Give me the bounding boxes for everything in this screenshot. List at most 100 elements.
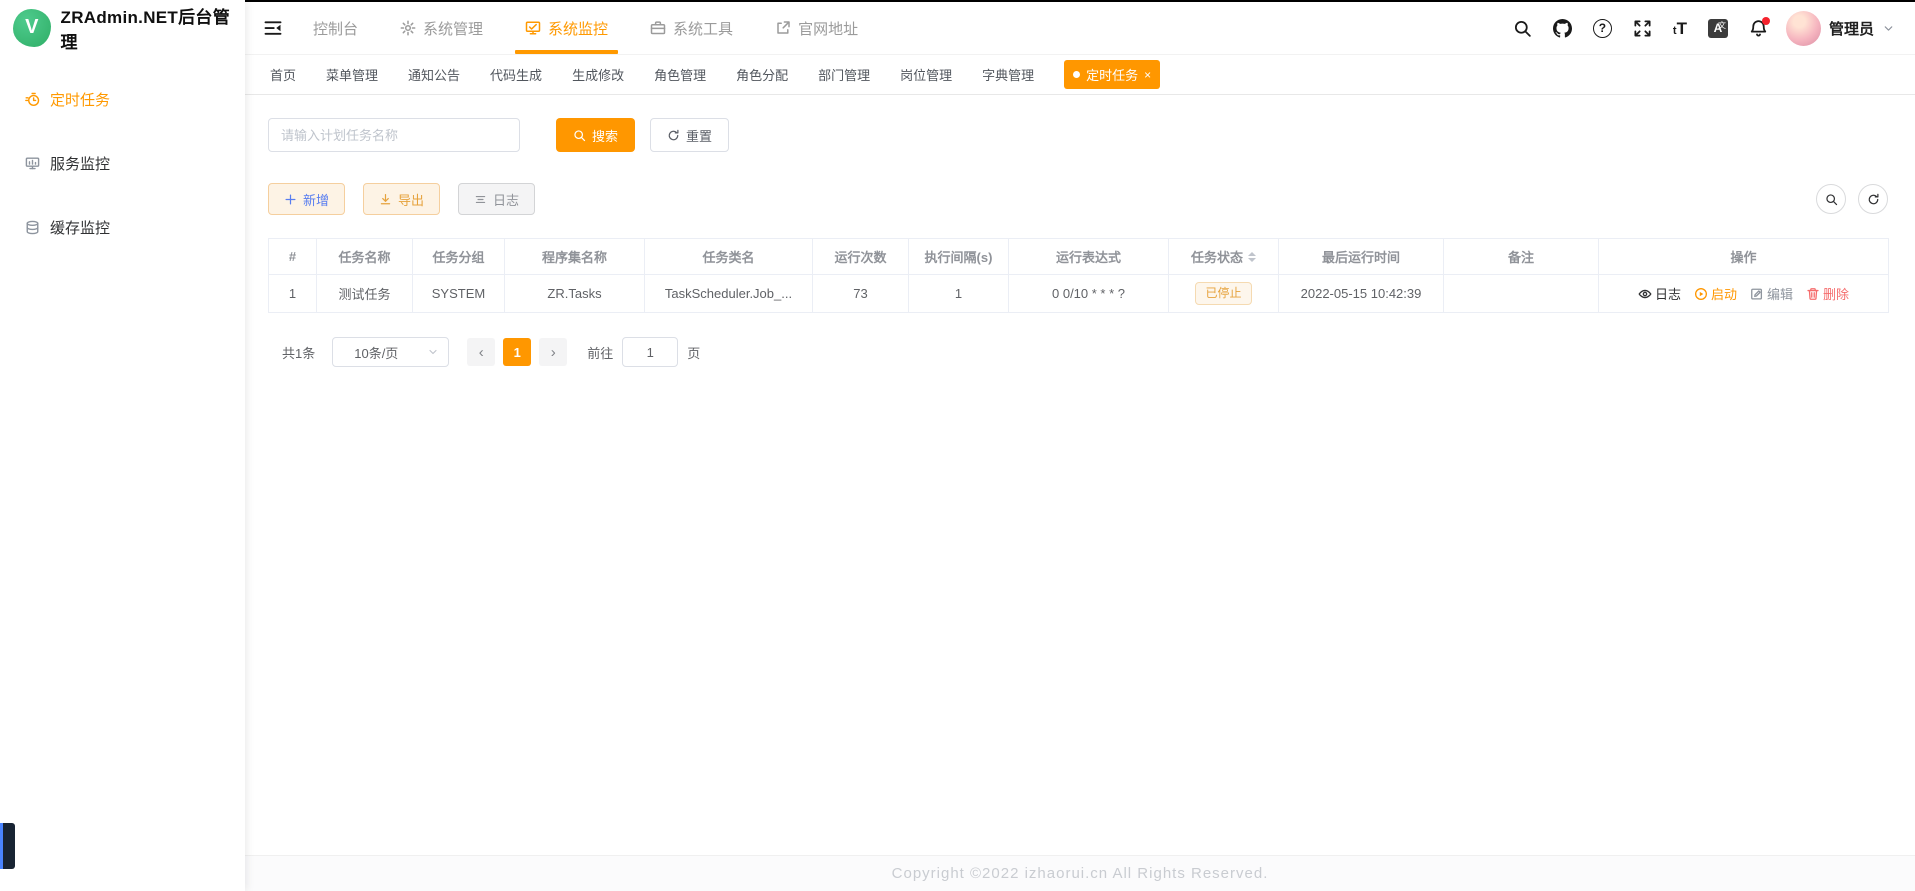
table-header-row: #任务名称任务分组程序集名称任务类名运行次数执行间隔(s)运行表达式任务状态最后… <box>269 239 1889 275</box>
tab-notice[interactable]: 通知公告 <box>408 65 460 84</box>
nav-item-label: 系统工具 <box>673 18 733 39</box>
nav-item-website[interactable]: 官网地址 <box>775 2 858 54</box>
next-page-button[interactable]: › <box>539 338 567 366</box>
nav-item-label: 官网地址 <box>798 18 858 39</box>
search-button[interactable]: 搜索 <box>556 118 635 152</box>
add-button[interactable]: 新增 <box>268 183 345 215</box>
column-header: 任务分组 <box>413 239 505 275</box>
nav-item-label: 系统管理 <box>423 18 483 39</box>
locale-button[interactable]: A文 <box>1708 19 1728 38</box>
app-title: ZRAdmin.NET后台管理 <box>61 3 245 53</box>
nav-item-label: 系统监控 <box>548 18 608 39</box>
tab-dept-manage[interactable]: 部门管理 <box>818 65 870 84</box>
avatar[interactable] <box>1786 11 1821 46</box>
tab-timed-task[interactable]: 定时任务 × <box>1064 60 1160 89</box>
column-header: # <box>269 239 317 275</box>
play-icon <box>1694 287 1708 301</box>
column-header: 备注 <box>1444 239 1599 275</box>
locale-icon: A文 <box>1708 19 1728 38</box>
sidebar-item-scheduled-tasks[interactable]: 定时任务 <box>0 71 245 127</box>
nav-item-console[interactable]: 控制台 <box>313 2 358 54</box>
page-size-select[interactable]: 10条/页 <box>332 337 449 367</box>
row-action-log[interactable]: 日志 <box>1638 284 1681 303</box>
font-size-button[interactable]: tT <box>1673 20 1687 37</box>
toggle-search-button[interactable] <box>1816 184 1846 214</box>
tab-label: 代码生成 <box>490 68 542 83</box>
log-button[interactable]: 日志 <box>458 183 535 215</box>
sort-caret-icon[interactable] <box>1248 248 1256 266</box>
nav-item-system-tools[interactable]: 系统工具 <box>650 2 733 54</box>
column-header: 执行间隔(s) <box>909 239 1009 275</box>
sidebar-item-label: 缓存监控 <box>50 217 110 238</box>
action-label: 删除 <box>1823 284 1849 303</box>
user-menu[interactable]: 管理员 <box>1786 11 1895 46</box>
fullscreen-button[interactable] <box>1633 19 1652 38</box>
row-action-start[interactable]: 启动 <box>1694 284 1737 303</box>
toolbox-icon <box>650 20 666 36</box>
fullscreen-icon <box>1633 19 1652 38</box>
column-header[interactable]: 任务状态 <box>1169 239 1279 275</box>
cell-cron: 0 0/10 * * * ? <box>1009 275 1169 313</box>
sidebar-item-cache-monitor[interactable]: 缓存监控 <box>0 199 245 255</box>
page-number-1[interactable]: 1 <box>503 338 531 366</box>
refresh-table-button[interactable] <box>1858 184 1888 214</box>
add-button-label: 新增 <box>303 190 329 209</box>
goto-page-input[interactable] <box>622 337 678 367</box>
reset-button[interactable]: 重置 <box>650 118 729 152</box>
help-button[interactable]: ? <box>1593 19 1612 38</box>
font-size-icon: tT <box>1673 20 1687 37</box>
timer-icon <box>25 92 40 107</box>
search-form: 搜索 重置 <box>268 118 1888 152</box>
cell-remark <box>1444 275 1599 313</box>
eye-icon <box>1638 287 1652 301</box>
cell-run_times: 73 <box>813 275 909 313</box>
dock-widget[interactable] <box>0 823 15 869</box>
tab-dict-manage[interactable]: 字典管理 <box>982 65 1034 84</box>
row-action-delete[interactable]: 删除 <box>1806 284 1849 303</box>
tab-gen-edit[interactable]: 生成修改 <box>572 65 624 84</box>
tab-code-gen[interactable]: 代码生成 <box>490 65 542 84</box>
navbar-right: ? tT A文 管理员 <box>1513 11 1895 46</box>
app-logo[interactable]: V ZRAdmin.NET后台管理 <box>0 0 245 55</box>
table-toolbar: 新增 导出 日志 <box>268 183 1888 215</box>
export-button[interactable]: 导出 <box>363 183 440 215</box>
page-unit-label: 页 <box>687 343 700 362</box>
tab-label: 定时任务 <box>1086 65 1138 84</box>
sidebar-item-label: 定时任务 <box>50 89 110 110</box>
logo-icon: V <box>13 9 51 47</box>
prev-page-button[interactable]: ‹ <box>467 338 495 366</box>
tasks-table: #任务名称任务分组程序集名称任务类名运行次数执行间隔(s)运行表达式任务状态最后… <box>268 238 1889 313</box>
list-icon <box>474 193 487 206</box>
row-action-edit[interactable]: 编辑 <box>1750 284 1793 303</box>
log-button-label: 日志 <box>493 190 519 209</box>
github-button[interactable] <box>1553 19 1572 38</box>
sidebar-collapse-icon[interactable] <box>263 18 283 38</box>
search-button[interactable] <box>1513 19 1532 38</box>
plus-icon <box>284 193 297 206</box>
tab-label: 角色管理 <box>654 68 706 83</box>
nav-item-system-manage[interactable]: 系统管理 <box>400 2 483 54</box>
column-header: 最后运行时间 <box>1279 239 1444 275</box>
cell-class_name: TaskScheduler.Job_... <box>645 275 813 313</box>
nav-item-system-monitor[interactable]: 系统监控 <box>525 2 608 54</box>
action-label: 启动 <box>1711 284 1737 303</box>
cell-actions: 日志 启动编辑 删除 <box>1599 275 1889 313</box>
table-row: 1测试任务SYSTEMZR.TasksTaskScheduler.Job_...… <box>269 275 1889 313</box>
column-header: 运行表达式 <box>1009 239 1169 275</box>
cell-interval: 1 <box>909 275 1009 313</box>
tab-role-assign[interactable]: 角色分配 <box>736 65 788 84</box>
tab-menu-manage[interactable]: 菜单管理 <box>326 65 378 84</box>
tab-home[interactable]: 首页 <box>270 65 296 84</box>
tab-post-manage[interactable]: 岗位管理 <box>900 65 952 84</box>
notifications-button[interactable] <box>1749 19 1768 38</box>
cell-name: 测试任务 <box>317 275 413 313</box>
task-name-input[interactable] <box>268 118 520 152</box>
close-icon[interactable]: × <box>1144 69 1151 81</box>
sidebar-item-service-monitor[interactable]: 服务监控 <box>0 135 245 191</box>
search-icon <box>1513 19 1532 38</box>
tags-view-bar: 首页 菜单管理 通知公告 代码生成 生成修改 角色管理 角色分配 部门管理 岗位管理 字典管理 定时… <box>245 55 1915 95</box>
footer: Copyright ©2022 izhaorui.cn All Rights R… <box>245 855 1915 891</box>
export-button-label: 导出 <box>398 190 424 209</box>
tab-role-manage[interactable]: 角色管理 <box>654 65 706 84</box>
search-button-label: 搜索 <box>592 126 618 145</box>
